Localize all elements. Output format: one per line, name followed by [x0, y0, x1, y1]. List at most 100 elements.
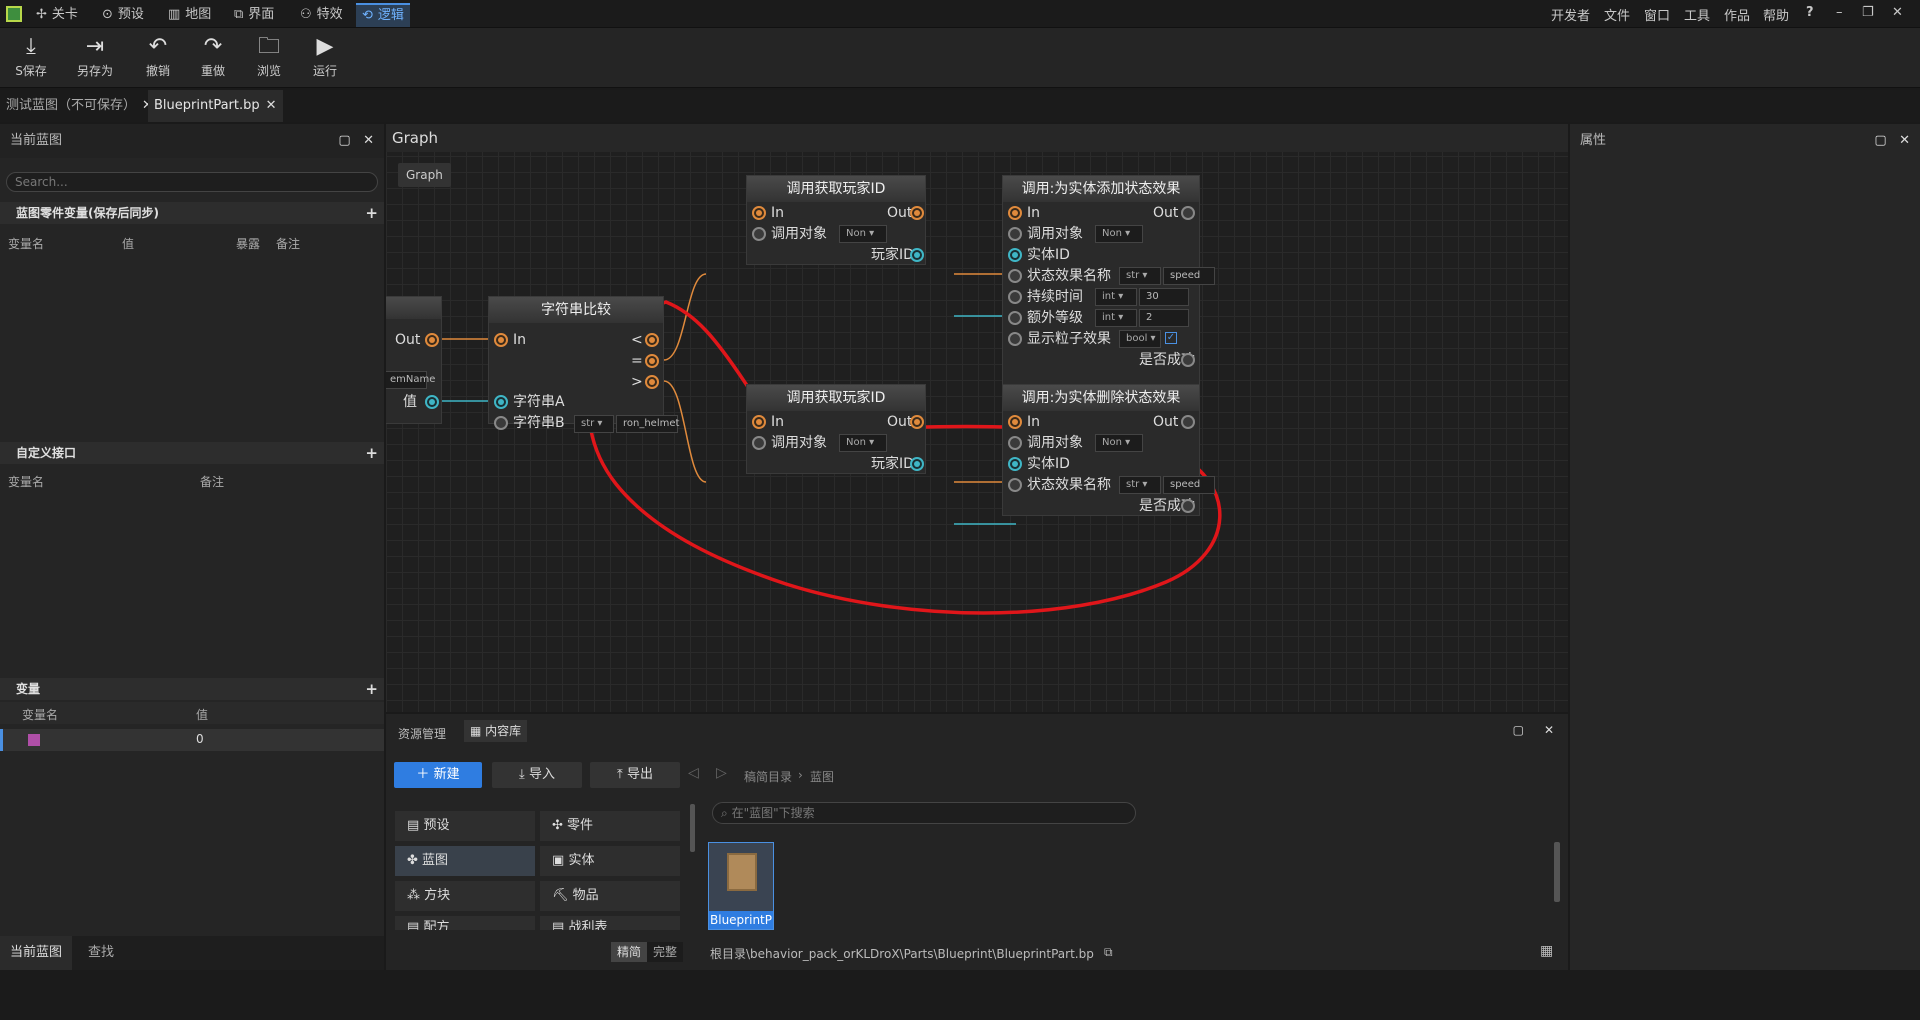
menu-tab-preset[interactable]: ⊙ 预设 [96, 3, 150, 27]
minimize-icon[interactable]: – [1836, 5, 1843, 20]
close-icon[interactable]: ✕ [266, 98, 277, 113]
effect-name-pin[interactable] [1008, 269, 1022, 283]
new-button[interactable]: ＋ 新建 [394, 762, 482, 788]
effect-name-field[interactable]: speed [1163, 267, 1215, 285]
add-icon[interactable]: + [365, 202, 378, 224]
node-get-player-id-1[interactable]: 调用获取玩家ID In Out 调用对象 Non ▾ 玩家ID [746, 175, 926, 265]
exec-in-pin[interactable] [752, 206, 766, 220]
category-parts[interactable]: ✣ 零件 [540, 811, 680, 841]
success-out-pin[interactable] [1181, 353, 1195, 367]
string-a-pin[interactable] [494, 395, 508, 409]
particles-checkbox[interactable]: ✓ [1165, 332, 1177, 344]
menu-tools[interactable]: 工具 [1684, 5, 1710, 24]
menu-tab-logic[interactable]: ⟲ 逻辑 [356, 3, 410, 27]
menu-tab-effects[interactable]: ⚇ 特效 [294, 3, 349, 27]
exec-gt-pin[interactable] [645, 375, 659, 389]
menu-works[interactable]: 作品 [1724, 5, 1750, 24]
target-pin[interactable] [752, 436, 766, 450]
partial-node[interactable]: Out emName 值 [386, 296, 442, 424]
add-icon[interactable]: + [365, 678, 378, 700]
category-block[interactable]: ⁂ 方块 [395, 881, 535, 911]
node-string-compare[interactable]: 字符串比较 In < = > 字符串A 字符串B [488, 296, 664, 431]
tab-current-blueprint[interactable]: 当前蓝图 [0, 936, 73, 970]
mode-simple[interactable]: 精简 [611, 942, 648, 962]
exec-out-pin[interactable] [1181, 415, 1195, 429]
entity-id-pin[interactable] [1008, 457, 1022, 471]
doc-tab-test[interactable]: 测试蓝图（不可保存）✕ [0, 90, 159, 122]
breadcrumb-root[interactable]: 稿简目录 [744, 768, 792, 785]
effect-name-field[interactable]: speed [1163, 476, 1215, 494]
menu-developer[interactable]: 开发者 [1551, 5, 1590, 24]
close-icon[interactable]: ✕ [1544, 723, 1554, 737]
target-dropdown[interactable]: Non ▾ [839, 225, 887, 243]
menu-tab-map[interactable]: ▥ 地图 [162, 3, 217, 27]
close-window-icon[interactable]: ✕ [1892, 5, 1903, 20]
exec-out-pin[interactable] [425, 333, 439, 347]
close-icon[interactable]: ✕ [363, 133, 374, 148]
particles-type-dropdown[interactable]: bool ▾ [1119, 330, 1161, 348]
back-icon[interactable]: ◁ [688, 765, 699, 781]
import-button[interactable]: ⤓ 导入 [492, 762, 582, 788]
tab-asset-manager[interactable]: 资源管理 [398, 725, 446, 742]
category-loot[interactable]: ▤ 战利表 [540, 916, 680, 930]
add-icon[interactable]: + [365, 442, 378, 464]
export-button[interactable]: ⤒ 导出 [590, 762, 680, 788]
menu-tab-ui[interactable]: ⧉ 界面 [228, 3, 280, 27]
exec-out-pin[interactable] [1181, 206, 1195, 220]
level-field[interactable]: 2 [1139, 309, 1189, 327]
level-type-dropdown[interactable]: int ▾ [1095, 309, 1137, 327]
duration-type-dropdown[interactable]: int ▾ [1095, 288, 1137, 306]
tab-content-library[interactable]: ▦ 内容库 [464, 720, 528, 742]
browse-button[interactable]: 🗀 浏览 [244, 32, 294, 79]
maximize-icon[interactable]: ▢ [1874, 133, 1886, 148]
item-name-field[interactable]: emName [386, 371, 435, 389]
copy-path-icon[interactable]: ⧉ [1104, 945, 1113, 960]
mode-full[interactable]: 完整 [647, 942, 683, 962]
help-question-icon[interactable]: ? [1806, 5, 1814, 20]
target-pin[interactable] [1008, 436, 1022, 450]
player-id-out-pin[interactable] [910, 248, 924, 262]
category-blueprint[interactable]: ✤ 蓝图 [395, 846, 535, 876]
string-b-pin[interactable] [494, 416, 508, 430]
forward-icon[interactable]: ▷ [716, 765, 727, 781]
exec-in-pin[interactable] [752, 415, 766, 429]
redo-button[interactable]: ↷ 重做 [188, 32, 238, 79]
success-out-pin[interactable] [1181, 499, 1195, 513]
exec-in-pin[interactable] [1008, 206, 1022, 220]
exec-out-pin[interactable] [910, 206, 924, 220]
player-id-out-pin[interactable] [910, 457, 924, 471]
save-button[interactable]: ⤓ S保存 [6, 32, 56, 79]
target-dropdown[interactable]: Non ▾ [839, 434, 887, 452]
category-scrollbar[interactable] [690, 804, 695, 852]
tab-find[interactable]: 查找 [78, 936, 124, 970]
duration-pin[interactable] [1008, 290, 1022, 304]
string-b-type-dropdown[interactable]: str ▾ [574, 415, 614, 433]
duration-field[interactable]: 30 [1139, 288, 1189, 306]
effect-name-type-dropdown[interactable]: str ▾ [1119, 267, 1161, 285]
graph-breadcrumb[interactable]: Graph [398, 163, 451, 187]
graph-canvas[interactable]: Out emName 值 字符串比较 In < = > 字符串A 字符串B st… [386, 124, 1568, 712]
breadcrumb-current[interactable]: 蓝图 [810, 768, 834, 785]
menu-file[interactable]: 文件 [1604, 5, 1630, 24]
restore-icon[interactable]: ❐ [1862, 5, 1874, 20]
save-as-button[interactable]: ⇥ 另存为 [70, 32, 120, 79]
target-dropdown[interactable]: Non ▾ [1095, 434, 1143, 452]
category-recipe[interactable]: ▤ 配方 [395, 916, 535, 930]
variable-row[interactable]: 0 [0, 729, 384, 751]
maximize-icon[interactable]: ▢ [338, 133, 350, 148]
node-get-player-id-2[interactable]: 调用获取玩家ID In Out 调用对象 Non ▾ 玩家ID [746, 384, 926, 474]
target-pin[interactable] [752, 227, 766, 241]
left-search-input[interactable]: Search... [6, 172, 378, 192]
category-preset[interactable]: ▤ 预设 [395, 811, 535, 841]
target-dropdown[interactable]: Non ▾ [1095, 225, 1143, 243]
exec-lt-pin[interactable] [645, 333, 659, 347]
target-pin[interactable] [1008, 227, 1022, 241]
value-out-pin[interactable] [425, 395, 439, 409]
undo-button[interactable]: ↶ 撤销 [133, 32, 183, 79]
asset-search-input[interactable]: ⌕ 在"蓝图"下搜索 [712, 802, 1136, 824]
maximize-icon[interactable]: ▢ [1513, 723, 1524, 737]
category-item[interactable]: ⛏ 物品 [540, 881, 680, 911]
exec-out-pin[interactable] [910, 415, 924, 429]
effect-name-pin[interactable] [1008, 478, 1022, 492]
entity-id-pin[interactable] [1008, 248, 1022, 262]
